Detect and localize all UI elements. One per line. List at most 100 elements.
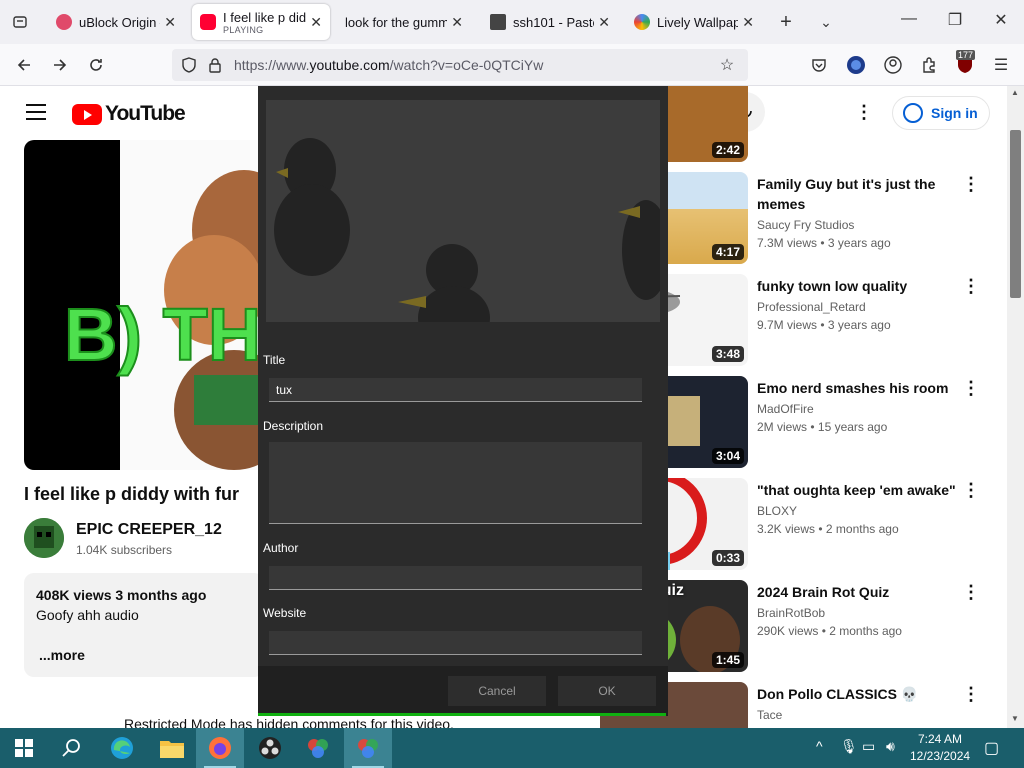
duration-badge: 0:33 [711,550,744,566]
wallpaper-preview [266,100,660,322]
wallpaper-info-dialog: Title Description Author Website Cancel … [258,86,668,716]
browser-tab-bar: uBlock Origin – ✕ I feel like p didd PLA… [0,0,1024,44]
page-scrollbar[interactable]: ▲ ▼ [1007,86,1024,728]
new-tab-button[interactable]: + [772,8,800,36]
reload-icon[interactable] [85,54,107,76]
back-arrow-icon[interactable] [13,54,35,76]
channel-name[interactable]: Tace [757,708,782,722]
guide-menu-icon[interactable] [26,104,46,125]
minimize-icon[interactable]: — [897,10,921,28]
microphone-icon[interactable]: 🎙︎ [840,738,858,755]
youtube-logo[interactable]: YouTube [72,102,186,126]
vpn-globe-icon[interactable] [845,54,867,76]
tab-label: look for the gummy [345,14,448,30]
dialog-footer: Cancel OK [258,666,668,716]
scroll-up-icon[interactable]: ▲ [1011,88,1019,97]
author-label: Author [263,541,299,555]
lock-icon[interactable] [204,54,226,76]
close-icon[interactable]: ✕ [310,14,322,31]
more-actions-icon[interactable]: ⋮ [962,684,980,705]
ok-button[interactable]: OK [558,676,656,706]
browser-nav-bar: https://www.youtube.com/watch?v=oCe-0QTC… [0,44,1024,86]
video-title[interactable]: Emo nerd smashes his room [757,378,957,398]
video-title[interactable]: Family Guy but it's just the memes [757,174,957,214]
channel-name[interactable]: BrainRotBob [757,606,825,620]
chevron-down-icon[interactable]: ⌄ [812,8,840,36]
edge-browser-icon[interactable] [98,728,146,768]
video-meta: 2M views • 15 years ago [757,420,888,434]
maximize-icon[interactable]: ❐ [943,10,967,30]
file-explorer-icon[interactable] [148,728,196,768]
more-actions-icon[interactable]: ⋮ [962,480,980,501]
windows-start-icon[interactable] [0,728,48,768]
duration-badge: 3:48 [711,346,744,362]
lively-wallpaper-icon[interactable] [294,728,342,768]
system-clock[interactable]: 7:24 AM 12/23/2024 [910,731,970,765]
youtube-favicon-icon [200,14,216,30]
url-bar[interactable]: https://www.youtube.com/watch?v=oCe-0QTC… [172,49,748,81]
close-icon[interactable]: ✕ [164,14,176,31]
avatar[interactable] [24,518,64,558]
subscriber-count: 1.04K subscribers [76,543,173,557]
channel-name[interactable]: MadOfFire [757,402,814,416]
extensions-icon[interactable] [918,54,940,76]
close-icon[interactable]: ✕ [451,14,463,31]
clock-time: 7:24 AM [917,732,963,746]
description-text: Goofy ahh audio [36,607,139,623]
channel-name[interactable]: Professional_Retard [757,300,866,314]
more-actions-icon[interactable]: ⋮ [962,174,980,195]
network-icon[interactable]: ▭ [862,738,875,755]
obs-icon[interactable] [246,728,294,768]
description-input[interactable] [269,442,642,524]
window-close-icon[interactable]: ✕ [989,10,1013,30]
duration-badge: 2:42 [711,142,744,158]
tab-gummy[interactable]: look for the gummy ✕ [337,4,471,40]
tab-list-icon[interactable] [6,8,34,36]
video-title[interactable]: Don Pollo CLASSICS 💀 [757,684,957,704]
scrollbar-thumb[interactable] [1010,130,1021,298]
tab-ublock[interactable]: uBlock Origin – ✕ [48,4,184,40]
chevron-up-icon[interactable]: ^ [816,738,823,754]
title-input[interactable] [269,378,642,402]
video-overlay-text: B) TH [64,293,261,376]
website-input[interactable] [269,631,642,655]
video-title[interactable]: funky town low quality [757,276,957,296]
tab-youtube-video[interactable]: I feel like p didd PLAYING ✕ [192,4,330,40]
close-icon[interactable]: ✕ [742,14,754,31]
volume-icon[interactable]: 🔊︎ [886,738,895,755]
video-meta: 9.7M views • 3 years ago [757,318,891,332]
forward-arrow-icon[interactable] [49,54,71,76]
channel-name[interactable]: EPIC CREEPER_12 [76,521,222,539]
firefox-icon[interactable] [196,728,244,768]
duration-badge: 1:45 [711,652,744,668]
cancel-button[interactable]: Cancel [448,676,546,706]
close-icon[interactable]: ✕ [598,14,610,31]
author-input[interactable] [269,566,642,590]
channel-name[interactable]: Saucy Fry Studios [757,218,854,232]
scroll-down-icon[interactable]: ▼ [1011,714,1019,723]
show-more-link[interactable]: ...more [39,647,85,663]
tab-pastebin[interactable]: ssh101 - Pasteb ✕ [482,4,618,40]
channel-name[interactable]: BLOXY [757,504,797,518]
bookmark-star-icon[interactable]: ☆ [716,54,738,76]
clock-date: 12/23/2024 [910,749,971,763]
search-icon[interactable] [48,728,96,768]
more-actions-icon[interactable]: ⋮ [962,378,980,399]
tab-lively-wallpaper[interactable]: Lively Wallpaper ✕ [626,4,762,40]
url-text[interactable]: https://www.youtube.com/watch?v=oCe-0QTC… [234,57,543,73]
description-box[interactable]: 408K views 3 months ago Goofy ahh audio … [24,573,264,677]
account-icon[interactable] [882,54,904,76]
video-player[interactable]: B) TH [24,140,284,470]
more-actions-icon[interactable]: ⋮ [962,582,980,603]
ublock-shield-icon[interactable]: 177 [954,50,976,76]
more-actions-icon[interactable]: ⋮ [962,276,980,297]
lively-wallpaper-active-icon[interactable] [344,728,392,768]
notification-icon[interactable]: ▢ [984,738,999,758]
view-count-date: 408K views 3 months ago [36,587,207,603]
progress-accent-line [258,713,666,716]
video-title[interactable]: "that oughta keep 'em awake" [757,480,957,500]
menu-hamburger-icon[interactable]: ☰ [990,54,1012,76]
video-title[interactable]: 2024 Brain Rot Quiz [757,582,957,602]
pocket-icon[interactable] [808,54,830,76]
shield-icon[interactable] [178,54,200,76]
